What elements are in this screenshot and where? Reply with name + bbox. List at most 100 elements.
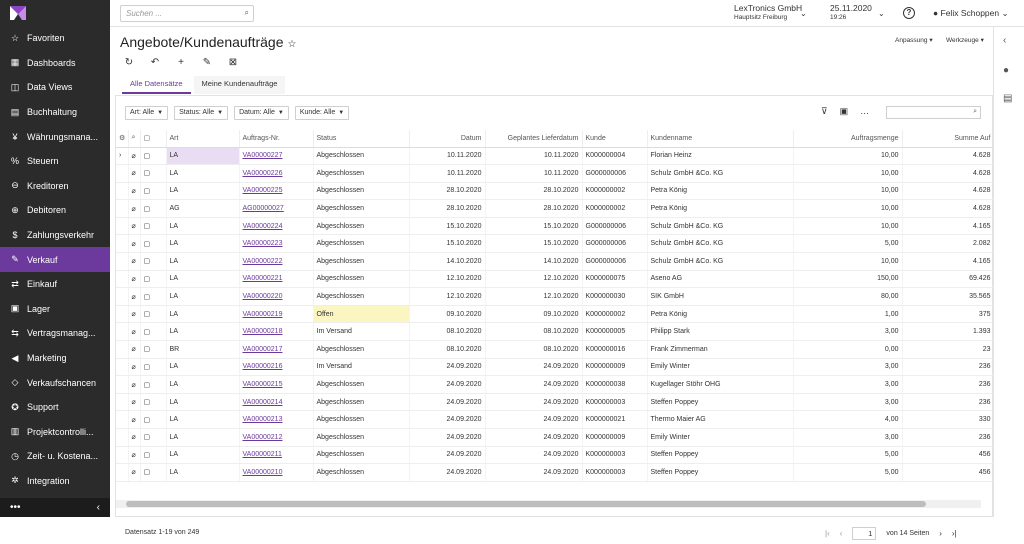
excel-export-icon[interactable]: ⊠ (226, 57, 240, 68)
column-header-auftragsmenge[interactable]: Auftragsmenge (793, 130, 903, 148)
cell-auftrags-nr[interactable]: VA00000223 (239, 234, 314, 254)
table-row[interactable]: ⌀ ▢ LA VA00000226 Abgeschlossen 10.11.2020 10.… (116, 164, 995, 183)
row-selector-icon[interactable] (116, 393, 129, 412)
table-row[interactable]: ⌀ ▢ AG AG00000027 Abgeschlossen 28.10.2020 28.… (116, 199, 995, 218)
cell-auftrags-nr[interactable]: VA00000227 (239, 147, 314, 166)
save-icon[interactable]: ▣ (840, 106, 849, 117)
sidebar-item-kreditoren[interactable]: ⊖ Kreditoren (0, 174, 110, 199)
table-row[interactable]: › ⌀ ▢ LA VA00000227 Abgeschlossen 10.11.2020 10… (116, 147, 995, 166)
row-selector-icon[interactable] (116, 358, 129, 377)
sidebar-item-debitoren[interactable]: ⊕ Debitoren (0, 198, 110, 223)
next-page-icon[interactable]: › (939, 529, 942, 538)
tab-all-records[interactable]: Alle Datensätze (122, 76, 191, 94)
filter-datum[interactable]: Datum: Alle ▼ (234, 106, 289, 120)
table-row[interactable]: ⌀ ▢ LA VA00000210 Abgeschlossen 24.09.2020 24.… (116, 463, 995, 482)
table-row[interactable]: ⌀ ▢ LA VA00000220 Abgeschlossen 12.10.2020 12.… (116, 287, 995, 306)
sidebar-item-zahlungsverkehr[interactable]: $ Zahlungsverkehr (0, 223, 110, 248)
note-icon[interactable]: ▢ (140, 305, 167, 324)
attachment-icon[interactable]: ⌀ (128, 393, 141, 412)
table-row[interactable]: ⌀ ▢ LA VA00000223 Abgeschlossen 15.10.2020 15.… (116, 234, 995, 254)
attachment-icon[interactable]: ⌀ (128, 234, 141, 254)
table-row[interactable]: ⌀ ▢ BR VA00000217 Abgeschlossen 08.10.2020 08.… (116, 340, 995, 359)
attachment-icon[interactable]: ⌀ (128, 199, 141, 218)
scrollbar-thumb[interactable] (126, 501, 926, 507)
werkzeuge-menu[interactable]: Werkzeuge ▾ (946, 36, 984, 44)
row-selector-icon[interactable] (116, 217, 129, 236)
app-logo[interactable] (0, 0, 110, 26)
note-icon[interactable]: ▢ (140, 270, 167, 289)
note-icon[interactable]: ▢ (140, 410, 167, 429)
filter-status[interactable]: Status: Alle ▼ (174, 106, 229, 120)
filter-icon[interactable]: ⊽ (821, 106, 828, 117)
order-number-link[interactable]: VA00000212 (243, 434, 283, 441)
row-selector-icon[interactable] (116, 287, 129, 306)
attachment-icon[interactable]: ⌀ (128, 322, 141, 342)
row-selector-icon[interactable] (116, 270, 129, 289)
chevron-down-icon[interactable]: ⌄ (800, 9, 807, 18)
date-selector[interactable]: 25.11.2020 19:26 (830, 4, 872, 22)
tab-my-orders[interactable]: Meine Kundenaufträge (193, 76, 286, 94)
attachment-icon[interactable]: ⌀ (128, 305, 141, 324)
row-selector-icon[interactable] (116, 410, 129, 429)
attachment-icon[interactable]: ⌀ (128, 287, 141, 306)
attachment-icon[interactable]: ⌀ (128, 270, 141, 289)
last-page-icon[interactable]: ›| (952, 529, 957, 538)
order-number-link[interactable]: AG00000027 (243, 205, 284, 212)
order-number-link[interactable]: VA00000216 (243, 363, 283, 370)
note-icon[interactable]: ▢ (140, 164, 167, 183)
order-number-link[interactable]: VA00000218 (243, 328, 283, 335)
sidebar-item-favoriten[interactable]: ☆ Favoriten (0, 26, 110, 51)
table-row[interactable]: ⌀ ▢ LA VA00000224 Abgeschlossen 15.10.2020 15.… (116, 217, 995, 236)
row-selector-icon[interactable] (116, 340, 129, 359)
cell-auftrags-nr[interactable]: VA00000224 (239, 217, 314, 236)
attachment-icon[interactable]: ⌀ (128, 252, 141, 271)
note-icon[interactable]: ▢ (140, 375, 167, 394)
table-row[interactable]: ⌀ ▢ LA VA00000219 Offen 09.10.2020 09.10.2020 K… (116, 305, 995, 324)
undo-icon[interactable]: ↶ (148, 57, 162, 68)
row-selector-icon[interactable] (116, 375, 129, 394)
row-selector-icon[interactable]: › (116, 147, 129, 166)
order-number-link[interactable]: VA00000227 (243, 152, 283, 159)
attachment-icon[interactable]: ⌀ (128, 164, 141, 183)
note-icon[interactable]: ▢ (140, 358, 167, 377)
search-icon[interactable]: ⌕ (245, 8, 249, 18)
column-header-kunde[interactable]: Kunde (582, 130, 648, 148)
sidebar-item-dashboards[interactable]: ▦ Dashboards (0, 51, 110, 76)
company-selector[interactable]: LexTronics GmbH Hauptsitz Freiburg (734, 4, 802, 22)
table-row[interactable]: ⌀ ▢ LA VA00000215 Abgeschlossen 24.09.2020 24.… (116, 375, 995, 394)
cell-auftrags-nr[interactable]: VA00000219 (239, 305, 314, 324)
sidebar-item-einkauf[interactable]: ⇄ Einkauf (0, 272, 110, 297)
table-row[interactable]: ⌀ ▢ LA VA00000222 Abgeschlossen 14.10.2020 14.… (116, 252, 995, 271)
cell-auftrags-nr[interactable]: VA00000213 (239, 410, 314, 429)
cell-auftrags-nr[interactable]: VA00000210 (239, 463, 314, 482)
order-number-link[interactable]: VA00000222 (243, 258, 283, 265)
row-selector-icon[interactable] (116, 182, 129, 201)
column-header-summe[interactable]: Summe Auf (902, 130, 995, 148)
order-number-link[interactable]: VA00000219 (243, 311, 283, 318)
note-icon[interactable]: ▢ (140, 182, 167, 201)
filter-kunde[interactable]: Kunde: Alle ▼ (294, 106, 350, 120)
cell-auftrags-nr[interactable]: VA00000211 (239, 446, 314, 465)
document-icon[interactable]: ▤ (1003, 93, 1012, 104)
cell-auftrags-nr[interactable]: VA00000217 (239, 340, 314, 359)
order-number-link[interactable]: VA00000221 (243, 275, 283, 282)
more-button[interactable]: ••• (10, 502, 21, 513)
attachment-icon[interactable]: ⌀ (128, 446, 141, 465)
order-number-link[interactable]: VA00000224 (243, 223, 283, 230)
note-icon[interactable]: ▢ (140, 147, 167, 166)
cell-auftrags-nr[interactable]: VA00000220 (239, 287, 314, 306)
column-header-art[interactable]: Art (166, 130, 240, 148)
row-selector-icon[interactable] (116, 322, 129, 342)
more-options-icon[interactable]: … (860, 106, 869, 117)
order-number-link[interactable]: VA00000226 (243, 170, 283, 177)
row-selector-icon[interactable] (116, 446, 129, 465)
order-number-link[interactable]: VA00000213 (243, 416, 283, 423)
attachment-icon[interactable]: ⌀ (128, 340, 141, 359)
note-icon[interactable]: ▢ (140, 463, 167, 482)
order-number-link[interactable]: VA00000214 (243, 399, 283, 406)
order-number-link[interactable]: VA00000210 (243, 469, 283, 476)
sidebar-item-verkauf[interactable]: ✎ Verkauf (0, 247, 110, 272)
note-icon[interactable]: ▢ (140, 446, 167, 465)
attachment-icon[interactable]: ⌀ (128, 147, 141, 166)
column-header-datum[interactable]: Datum (409, 130, 486, 148)
